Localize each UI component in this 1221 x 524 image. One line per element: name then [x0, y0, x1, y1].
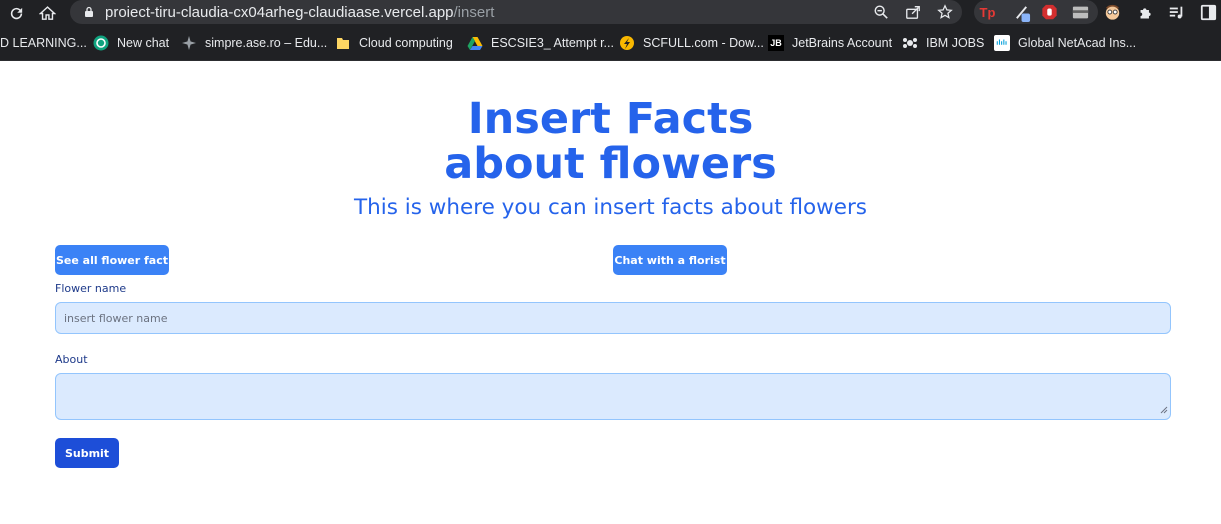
face-extension-icon[interactable] — [1103, 3, 1122, 22]
bookmark-label: D LEARNING... — [0, 36, 87, 50]
see-all-facts-button[interactable]: See all flower fact — [55, 245, 169, 275]
reload-icon[interactable] — [4, 1, 28, 25]
bookmark-label: ESCSIE3_ Attempt r... — [491, 36, 614, 50]
bookmark-simpre[interactable]: simpre.ase.ro – Edu... — [181, 26, 327, 60]
bookmarks-bar: D LEARNING... New chat simpre.ase.ro – E… — [0, 26, 1221, 61]
drive-icon — [467, 35, 483, 51]
chat-with-florist-button[interactable]: Chat with a florist — [613, 245, 727, 275]
media-queue-icon[interactable] — [1167, 3, 1186, 22]
bookmark-ibm-jobs[interactable]: IBM JOBS — [902, 26, 984, 60]
bookmark-label: Cloud computing — [359, 36, 453, 50]
address-bar[interactable]: proiect-tiru-claudia-cx04arheg-claudiaas… — [70, 0, 962, 24]
resize-handle-icon[interactable] — [1160, 404, 1168, 417]
bookmark-scfull[interactable]: SCFULL.com - Dow... — [619, 26, 764, 60]
jetbrains-icon: JB — [768, 35, 784, 51]
puzzle-extensions-icon[interactable] — [1136, 3, 1155, 22]
page-title-line-2: about flowers — [444, 139, 777, 189]
bookmark-cloud-computing[interactable]: Cloud computing — [335, 26, 453, 60]
bookmark-star-icon[interactable] — [936, 3, 954, 21]
zoom-icon[interactable] — [872, 3, 890, 21]
bookmark-new-chat[interactable]: New chat — [93, 26, 169, 60]
flower-name-input[interactable]: insert flower name — [55, 302, 1171, 334]
extensions-area: Tp — [970, 0, 1221, 24]
about-label: About — [55, 353, 88, 366]
submit-button[interactable]: Submit — [55, 438, 119, 468]
flower-name-label: Flower name — [55, 282, 127, 295]
side-panel-icon[interactable] — [1199, 3, 1218, 22]
lock-icon — [83, 6, 95, 18]
bookmark-learning[interactable]: D LEARNING... — [0, 26, 87, 60]
url-path: /insert — [453, 3, 495, 21]
page-title-line-1: Insert Facts — [467, 94, 754, 144]
scfull-icon — [619, 35, 635, 51]
ibm-icon — [902, 35, 918, 51]
bookmark-label: New chat — [117, 36, 170, 50]
bookmark-label: JetBrains Account — [792, 36, 893, 50]
pen-extension-icon[interactable] — [1012, 3, 1031, 22]
openai-icon — [93, 35, 109, 51]
page-subtitle: This is where you can insert facts about… — [353, 195, 868, 220]
home-icon[interactable] — [35, 1, 59, 25]
share-icon[interactable] — [904, 3, 922, 21]
about-textarea[interactable] — [55, 373, 1171, 420]
url-host: proiect-tiru-claudia-cx04arheg-claudiaas… — [105, 3, 454, 21]
bookmark-escsie3[interactable]: ESCSIE3_ Attempt r... — [467, 26, 614, 60]
bookmark-label: IBM JOBS — [926, 36, 985, 50]
bookmark-jetbrains[interactable]: JB JetBrains Account — [768, 26, 892, 60]
bookmark-label: simpre.ase.ro – Edu... — [205, 36, 328, 50]
hand-block-icon[interactable] — [1040, 3, 1059, 22]
bookmark-netacad[interactable]: Global NetAcad Ins... — [994, 26, 1136, 60]
tp-extension-icon[interactable]: Tp — [978, 3, 997, 22]
moodle-icon — [181, 35, 197, 51]
window-extension-icon[interactable] — [1071, 3, 1090, 22]
cisco-icon — [994, 35, 1010, 51]
bookmark-label: Global NetAcad Ins... — [1018, 36, 1137, 50]
browser-toolbar: proiect-tiru-claudia-cx04arheg-claudiaas… — [0, 0, 1221, 26]
page-content: Insert Facts about flowers This is where… — [0, 62, 1221, 524]
bookmark-label: SCFULL.com - Dow... — [643, 36, 764, 50]
folder-icon — [335, 35, 351, 51]
